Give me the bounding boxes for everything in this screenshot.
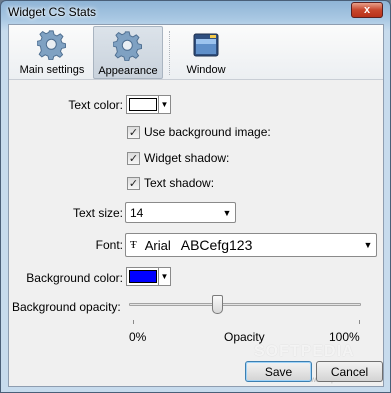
opacity-max-label: 100% xyxy=(329,330,360,344)
dialog-content: Main settings Appearance Window Text col… xyxy=(8,24,384,387)
opacity-slider-track[interactable] xyxy=(129,303,361,306)
font-preview: ABCefg123 xyxy=(180,237,253,253)
font-select[interactable]: Ŧ Arial ABCefg123 ▼ xyxy=(125,233,377,257)
gear-icon xyxy=(36,30,67,63)
opacity-slider-thumb[interactable] xyxy=(211,295,223,314)
title-bar[interactable]: Widget CS Stats x xyxy=(1,1,390,23)
opacity-min-label: 0% xyxy=(129,330,147,344)
slider-tick xyxy=(359,320,360,324)
truetype-font-icon: Ŧ xyxy=(130,239,137,251)
slider-tick xyxy=(133,320,134,324)
font-name: Arial xyxy=(144,237,171,253)
checkmark-icon: ✓ xyxy=(127,151,140,165)
text-color-swatch xyxy=(129,98,157,111)
text-size-label: Text size: xyxy=(72,206,123,220)
text-size-select[interactable]: 14 ▼ xyxy=(125,202,236,223)
save-button[interactable]: Save xyxy=(245,361,312,382)
widget-shadow-label: Widget shadow: xyxy=(144,151,230,165)
font-label: Font: xyxy=(95,238,123,252)
close-button[interactable]: x xyxy=(351,2,383,18)
text-shadow-label: Text shadow: xyxy=(144,176,215,190)
text-size-value: 14 xyxy=(130,205,144,220)
dropdown-arrow-icon: ▼ xyxy=(158,268,170,285)
tab-window[interactable]: Window xyxy=(175,26,237,79)
tab-label: Window xyxy=(186,64,226,76)
opacity-mid-label: Opacity xyxy=(224,330,265,344)
tab-appearance[interactable]: Appearance xyxy=(93,26,163,79)
watermark: SOFTPEDIA xyxy=(254,343,355,360)
checkmark-icon: ✓ xyxy=(127,125,140,139)
dropdown-arrow-icon: ▼ xyxy=(158,96,170,113)
dropdown-arrow-icon: ▼ xyxy=(363,240,373,250)
dropdown-arrow-icon: ▼ xyxy=(222,207,232,218)
checkmark-icon: ✓ xyxy=(127,176,140,190)
cancel-button[interactable]: Cancel xyxy=(316,361,383,382)
use-bg-image-checkbox[interactable]: ✓ Use background image: xyxy=(127,125,271,139)
text-color-label: Text color: xyxy=(68,98,123,112)
tab-main-settings[interactable]: Main settings xyxy=(15,26,89,79)
bg-color-swatch xyxy=(129,270,157,283)
window-icon xyxy=(191,30,221,63)
bg-color-picker[interactable]: ▼ xyxy=(126,267,171,286)
toolbar-divider xyxy=(169,31,170,75)
gear-icon xyxy=(112,31,143,64)
text-shadow-checkbox[interactable]: ✓ Text shadow: xyxy=(127,176,214,190)
widget-shadow-checkbox[interactable]: ✓ Widget shadow: xyxy=(127,151,229,165)
tab-label: Appearance xyxy=(98,65,158,77)
close-icon: x xyxy=(363,3,371,16)
use-bg-image-label: Use background image: xyxy=(144,125,271,139)
bg-opacity-label: Background opacity: xyxy=(12,300,121,314)
bg-color-label: Background color: xyxy=(26,271,123,285)
dialog-window: Widget CS Stats x Main settings Appearan… xyxy=(0,0,391,393)
window-title: Widget CS Stats xyxy=(8,5,97,19)
tab-toolbar: Main settings Appearance Window xyxy=(9,25,383,80)
tab-label: Main settings xyxy=(19,64,85,76)
text-color-picker[interactable]: ▼ xyxy=(126,95,171,114)
